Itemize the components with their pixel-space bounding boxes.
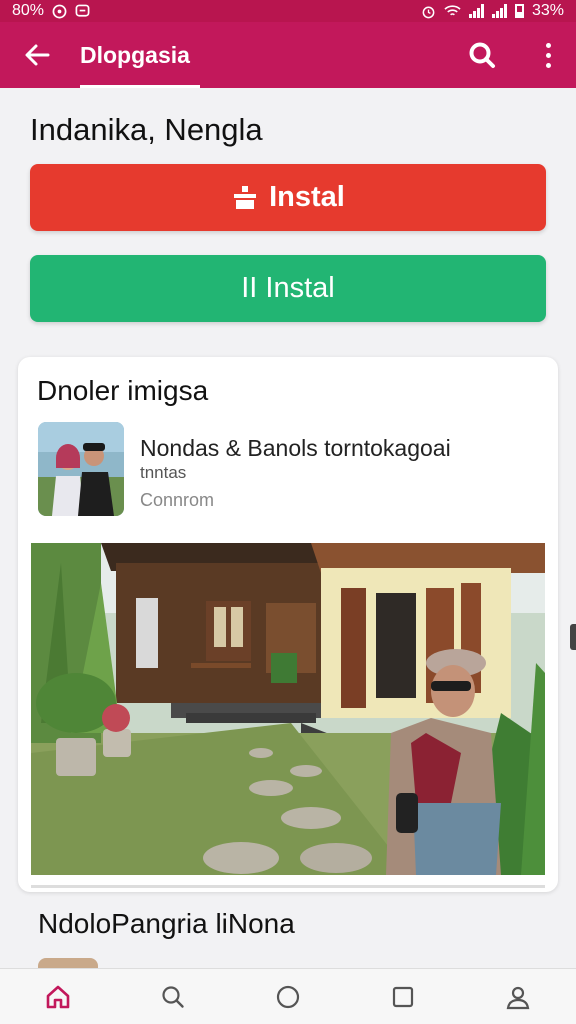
edge-handle[interactable] <box>570 624 576 650</box>
nav-home[interactable] <box>28 969 88 1024</box>
item-text[interactable]: Nondas & Banols torntokagoai tnntas Conn… <box>140 435 540 511</box>
page-heading: Indanika, Nengla <box>30 112 263 147</box>
battery-icon <box>514 4 524 18</box>
signal-icon <box>491 4 507 18</box>
bottom-nav <box>0 968 576 1024</box>
nav-circle[interactable] <box>258 969 318 1024</box>
item-title: Nondas & Banols torntokagoai <box>140 435 451 461</box>
back-button[interactable] <box>0 22 74 88</box>
install-label: Instal <box>269 181 345 213</box>
card-divider <box>31 885 545 888</box>
card-title: Dnoler imigsa <box>37 375 209 406</box>
house-photo[interactable] <box>31 543 545 875</box>
whatsapp-icon <box>52 4 67 19</box>
home-icon <box>46 985 69 1008</box>
search-button[interactable] <box>464 37 500 73</box>
status-time: 80% <box>12 2 45 19</box>
image-card: Dnoler imigsa Nondas & Banols torntokago… <box>18 357 558 892</box>
app-bar: Dlopgasia <box>0 22 576 88</box>
arrow-left-icon <box>25 44 50 66</box>
section-title: NdoloPangria liNona <box>38 908 295 939</box>
nav-square[interactable] <box>373 969 433 1024</box>
item-thumbnail[interactable] <box>38 422 124 516</box>
circle-icon <box>276 985 300 1008</box>
search-icon <box>469 42 495 68</box>
profile-icon <box>507 986 530 1009</box>
signal-icon <box>468 4 484 18</box>
app-title: Dlopgasia <box>80 41 190 68</box>
more-options-button[interactable] <box>538 37 558 73</box>
tab-indicator <box>80 85 200 88</box>
wifi-icon <box>444 4 461 18</box>
install-label: II Instal <box>241 272 335 304</box>
install-button-primary[interactable]: Instal <box>30 164 546 231</box>
search-icon <box>162 985 184 1008</box>
nav-search[interactable] <box>143 969 203 1024</box>
package-icon <box>234 185 257 209</box>
install-button-secondary[interactable]: II Instal <box>30 255 546 322</box>
item-subtitle: tnntas <box>140 463 187 482</box>
alarm-icon <box>421 4 436 19</box>
nav-profile[interactable] <box>488 969 548 1024</box>
square-icon <box>393 986 414 1007</box>
item-meta: Connrom <box>140 490 215 510</box>
chat-icon <box>75 4 90 19</box>
status-bar: 80% 33% <box>0 0 576 22</box>
battery-level: 33% <box>531 2 564 19</box>
app-title-tab[interactable]: Dlopgasia <box>74 22 200 88</box>
